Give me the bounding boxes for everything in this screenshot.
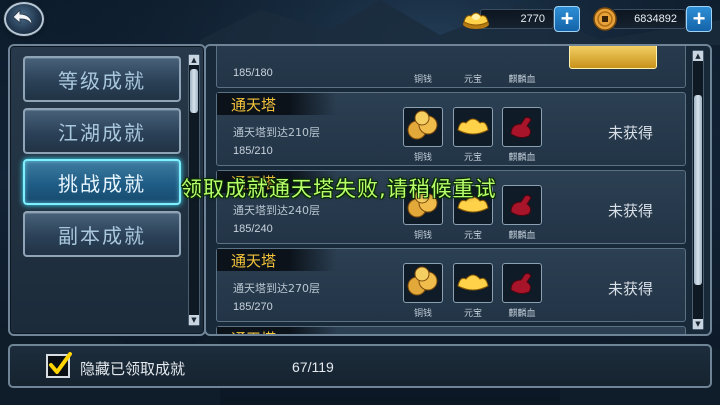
- achievement-progress: 185/180: [233, 67, 273, 79]
- reward-slot-blood[interactable]: [502, 263, 542, 303]
- category-tab-panel: 等级成就 江湖成就 挑战成就 副本成就 ▲ ▼: [8, 44, 206, 336]
- achievement-progress: 185/240: [233, 223, 273, 235]
- back-button[interactable]: [4, 2, 44, 36]
- reward-label-blood: 麒麟血: [508, 153, 536, 163]
- reward-slot-copper[interactable]: [403, 107, 443, 147]
- achievement-title: 通天塔: [231, 252, 277, 270]
- reward-slot-ingot[interactable]: [453, 107, 493, 147]
- achievement-status: 未获得: [607, 124, 653, 142]
- scroll-up-arrow-icon[interactable]: ▲: [693, 51, 703, 61]
- gold-ingot-icon: [463, 12, 489, 29]
- achievement-description: 通天塔到达270层: [233, 282, 320, 295]
- achievement-list-scrollbar[interactable]: ▲ ▼: [692, 50, 704, 330]
- reward-label-ingot: 元宝: [463, 153, 482, 163]
- achievement-description: 通天塔到达240层: [233, 204, 320, 217]
- achievement-progress: 185/270: [233, 301, 273, 313]
- error-toast-message: 领取成就通天塔失败,请稍候重试: [181, 177, 497, 201]
- reward-label-copper: 铜钱: [413, 75, 432, 85]
- tab-jianghu-achievements[interactable]: 江湖成就: [23, 108, 181, 154]
- gold-ingot-reward-icon: [457, 118, 489, 135]
- gold-ingot-reward-icon: [457, 274, 489, 291]
- claim-button[interactable]: [569, 46, 657, 69]
- qilin-blood-icon: [510, 272, 532, 295]
- achievement-scroll-thumb[interactable]: [694, 95, 702, 285]
- reward-slot-blood[interactable]: [502, 107, 542, 147]
- achievement-title: 通天塔: [231, 96, 277, 114]
- achievement-row: 通天塔: [216, 326, 686, 334]
- reward-slot-copper[interactable]: [403, 263, 443, 303]
- copper-coins-icon: [407, 110, 438, 140]
- qilin-blood-icon: [510, 116, 532, 139]
- achievement-row: 185/180 铜钱 元宝 麒麟血: [216, 46, 686, 88]
- copper-coin-currency: 6834892 +: [592, 6, 712, 32]
- achievement-row: 通天塔 通天塔到达210层 185/210 铜钱 元宝 麒麟血 未获得: [216, 92, 686, 166]
- back-arrow-icon: [12, 9, 33, 27]
- scroll-down-arrow-icon[interactable]: ▼: [693, 319, 703, 329]
- copper-coin-icon: [593, 7, 617, 31]
- hide-claimed-label: 隐藏已领取成就: [80, 360, 186, 378]
- achievement-title: 通天塔: [231, 328, 276, 334]
- tab-dungeon-achievements[interactable]: 副本成就: [23, 211, 181, 257]
- achievement-count: 67/119: [292, 359, 334, 375]
- achievement-status: 未获得: [607, 202, 653, 220]
- add-gold-ingot-button[interactable]: +: [554, 6, 580, 32]
- achievement-progress: 185/210: [233, 145, 273, 157]
- reward-label-blood: 麒麟血: [508, 231, 536, 241]
- footer-bar: 隐藏已领取成就 67/119: [8, 344, 712, 388]
- reward-label-blood: 麒麟血: [508, 309, 536, 319]
- achievement-description: 通天塔到达210层: [233, 126, 320, 139]
- reward-label-ingot: 元宝: [463, 75, 482, 85]
- scroll-down-arrow-icon[interactable]: ▼: [189, 315, 199, 325]
- qilin-blood-icon: [510, 194, 532, 217]
- scroll-up-arrow-icon[interactable]: ▲: [189, 55, 199, 65]
- copper-coin-amount: 6834892: [612, 9, 686, 29]
- tab-scroll-thumb[interactable]: [190, 69, 198, 113]
- copper-coins-icon: [407, 266, 438, 296]
- tab-level-achievements[interactable]: 等级成就: [23, 56, 181, 102]
- hide-claimed-checkbox[interactable]: [46, 352, 72, 378]
- reward-label-copper: 铜钱: [413, 153, 432, 163]
- achievement-row: 通天塔 通天塔到达270层 185/270 铜钱 元宝 麒麟血 未获得: [216, 248, 686, 322]
- tab-challenge-achievements[interactable]: 挑战成就: [23, 159, 181, 205]
- gold-ingot-currency: 2770 +: [460, 6, 580, 32]
- reward-label-copper: 铜钱: [413, 231, 432, 241]
- add-copper-coin-button[interactable]: +: [686, 6, 712, 32]
- achievement-status: 未获得: [607, 280, 653, 298]
- reward-slot-blood[interactable]: [502, 185, 542, 225]
- reward-label-copper: 铜钱: [413, 309, 432, 319]
- reward-label-blood: 麒麟血: [508, 75, 536, 85]
- reward-slot-ingot[interactable]: [453, 263, 493, 303]
- reward-label-ingot: 元宝: [463, 309, 482, 319]
- checkmark-icon: [49, 352, 72, 374]
- reward-label-ingot: 元宝: [463, 231, 482, 241]
- gold-ingot-amount: 2770: [480, 9, 554, 29]
